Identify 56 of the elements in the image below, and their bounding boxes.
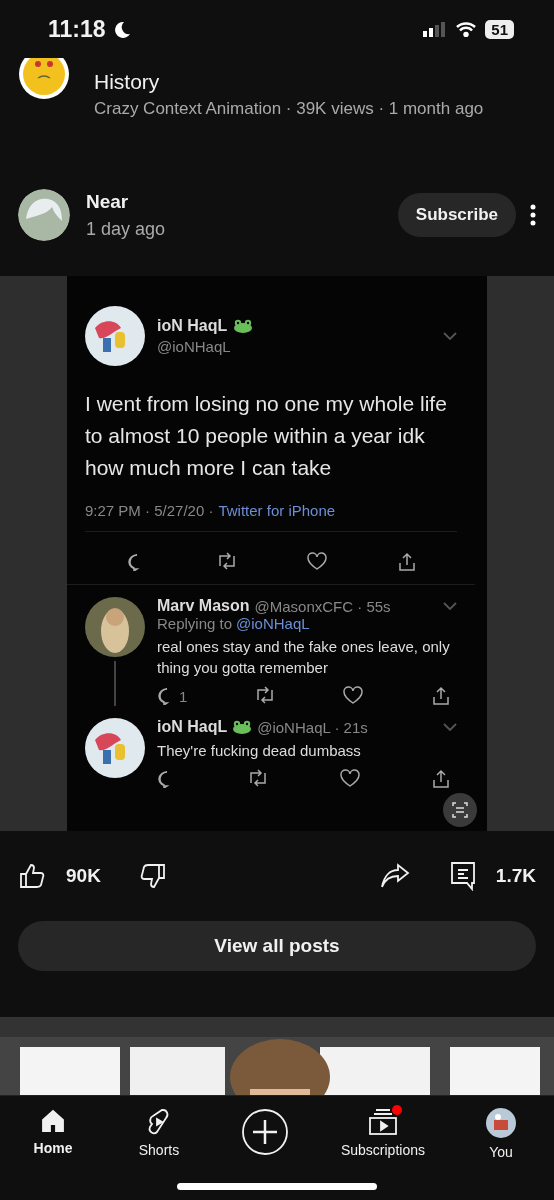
video-meta: Crazy Context Animation · 39K views · 1 month ago bbox=[94, 98, 484, 119]
scan-icon[interactable] bbox=[443, 793, 477, 827]
avatar-icon bbox=[85, 597, 145, 657]
chevron-icon bbox=[443, 723, 457, 731]
retweet-icon bbox=[247, 769, 269, 787]
like-icon[interactable] bbox=[18, 862, 46, 890]
video-title[interactable]: History bbox=[94, 70, 484, 94]
nav-tab[interactable]: Home bbox=[23, 1108, 83, 1156]
reply-handle: @MasonxCFC · 55s bbox=[254, 597, 391, 615]
reply-author: ioN HaqL bbox=[157, 718, 228, 736]
share-icon[interactable] bbox=[379, 863, 410, 889]
tweet-handle: @ioNHaqL bbox=[157, 338, 232, 355]
dislike-icon[interactable] bbox=[138, 862, 167, 890]
reply-text: They're fucking dead dumbass bbox=[157, 741, 362, 761]
share-icon bbox=[396, 552, 417, 572]
nav-tab[interactable]: Shorts bbox=[128, 1108, 189, 1158]
avatar-icon bbox=[85, 718, 145, 778]
reply-count: 1 bbox=[179, 687, 188, 705]
reply-handle: @ioNHaqL · 21s bbox=[257, 718, 368, 736]
frog-icon bbox=[233, 318, 254, 334]
view-all-posts-button[interactable]: View all posts bbox=[18, 921, 536, 971]
like-count: 90K bbox=[66, 865, 101, 887]
comment-count: 1.7K bbox=[495, 865, 536, 887]
create-icon[interactable] bbox=[240, 1108, 289, 1156]
nav-tab[interactable]: Subscriptions bbox=[340, 1108, 425, 1158]
chevron-icon bbox=[443, 602, 457, 610]
frog-icon bbox=[232, 719, 253, 735]
author-name[interactable]: Near bbox=[86, 190, 166, 213]
subscribe-button[interactable]: Subscribe bbox=[397, 193, 516, 237]
more-icon[interactable] bbox=[530, 204, 536, 226]
heart-icon bbox=[339, 769, 361, 787]
battery-indicator: 51 bbox=[485, 19, 514, 39]
signal-icon bbox=[423, 21, 448, 37]
tweet-author: ioN HaqL bbox=[157, 317, 228, 335]
replying-label: Replying to bbox=[157, 615, 233, 632]
subscriptions-icon bbox=[367, 1108, 398, 1136]
share-icon bbox=[431, 686, 451, 706]
channel-avatar bbox=[18, 58, 70, 100]
share-icon bbox=[431, 769, 451, 789]
wifi-icon bbox=[455, 21, 478, 37]
nav-tab[interactable]: You bbox=[470, 1108, 531, 1160]
avatar-icon bbox=[85, 306, 145, 366]
heart-icon bbox=[342, 686, 365, 704]
channel-avatar[interactable] bbox=[18, 189, 70, 241]
home-icon bbox=[40, 1108, 66, 1134]
avatar-icon bbox=[485, 1108, 516, 1138]
tweet-timestamp: 9:27 PM · 5/27/20 · bbox=[85, 502, 214, 519]
tweet-source: Twitter for iPhone bbox=[218, 502, 336, 519]
post-age: 1 day ago bbox=[86, 218, 166, 240]
reply-text: real ones stay and the fake ones leave, only thing you gotta remember bbox=[157, 637, 451, 678]
reply-author: Marv Mason bbox=[157, 597, 250, 615]
chevron-icon bbox=[443, 332, 457, 340]
tweet-text: I went from losing no one my whole life to almost 10 people within a year idk how much more I can take bbox=[85, 391, 448, 481]
clock: 11:18 bbox=[48, 15, 106, 43]
heart-icon bbox=[306, 552, 329, 570]
comments-icon[interactable] bbox=[449, 861, 476, 891]
